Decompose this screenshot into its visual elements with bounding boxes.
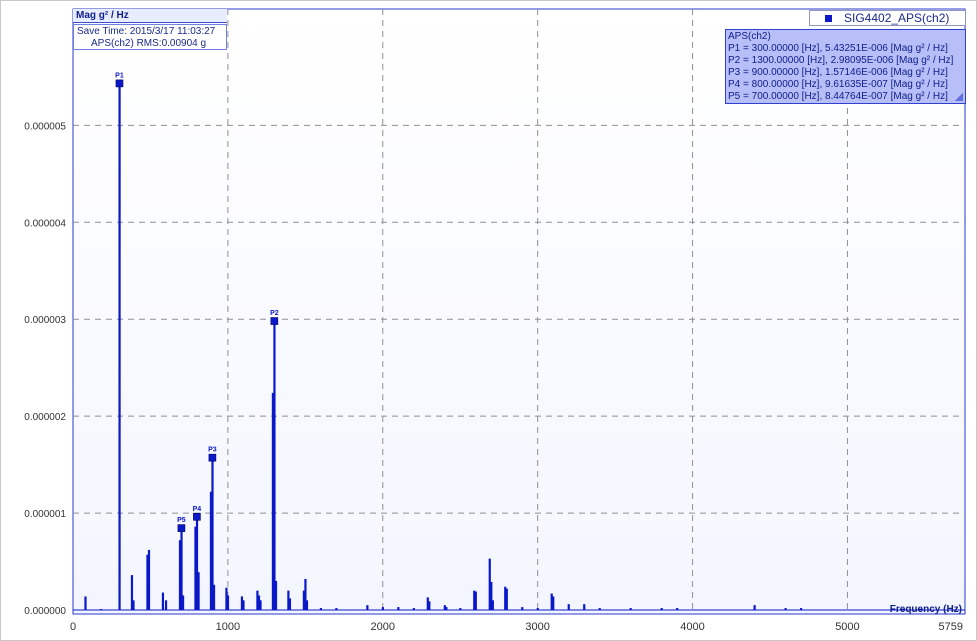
- spectrum-bar: [784, 608, 787, 610]
- rms-value: APS(ch2) RMS:0.00904 g: [91, 38, 207, 49]
- spectrum-bar: [197, 572, 200, 610]
- spectrum-bar: [84, 596, 87, 610]
- x-tick-label: 2000: [371, 621, 395, 633]
- spectrum-bar: [99, 609, 103, 610]
- spectrum-chart: P1 P2 P3 P4 P5 0.000000 0.000001 0.000002 0.000…: [0, 0, 977, 641]
- y-tick-label: 0.000001: [24, 509, 66, 520]
- peak-marker-p1[interactable]: [115, 79, 124, 88]
- spectrum-bar: [660, 608, 663, 610]
- spectrum-bar: [164, 600, 168, 610]
- legend[interactable]: SIG4402_APS(ch2): [809, 10, 966, 26]
- spectrum-bar: [412, 608, 415, 610]
- x-tick-label: 4000: [680, 621, 704, 633]
- peak-marker-p3[interactable]: [208, 453, 217, 462]
- spectrum-bar: [305, 600, 309, 610]
- spectrum-bar: [583, 604, 586, 610]
- x-axis-label: Frequency (Hz): [890, 604, 962, 615]
- spectrum-bar: [536, 608, 539, 610]
- spectrum-bar: [226, 595, 230, 610]
- x-tick-label: 5759: [939, 621, 963, 633]
- x-tick-label: 1000: [216, 621, 240, 633]
- spectrum-bar: [273, 321, 276, 610]
- spectrum-bar: [521, 607, 524, 610]
- peak-line-p4: P4 = 800.00000 [Hz], 9.61635E-007 [Mag g…: [728, 79, 948, 90]
- peak-line-p1: P1 = 300.00000 [Hz], 5.43251E-006 [Mag g…: [728, 43, 948, 54]
- spectrum-bar: [118, 83, 121, 610]
- spectrum-bar: [397, 607, 400, 610]
- y-tick-label: 0.000004: [24, 218, 66, 229]
- spectrum-bar: [459, 608, 462, 610]
- spectrum-bar: [676, 608, 679, 610]
- peak-label-p1: P1: [115, 72, 124, 79]
- y-tick-label: 0.000002: [24, 412, 66, 423]
- spectrum-bar: [474, 591, 477, 610]
- spectrum-bar: [629, 608, 632, 610]
- spectrum-bar: [242, 600, 245, 610]
- peak-line-p5: P5 = 700.00000 [Hz], 8.44764E-007 [Mag g…: [728, 91, 948, 102]
- resize-grip-icon[interactable]: [955, 93, 963, 101]
- spectrum-bar: [445, 607, 448, 610]
- y-tick-label: 0.000000: [24, 606, 66, 617]
- spectrum-bar: [181, 595, 185, 610]
- y-tick-label: 0.000003: [24, 315, 66, 326]
- info-box: Save Time: 2015/3/17 11:03:27 APS(ch2) R…: [73, 24, 227, 50]
- spectrum-bar: [799, 608, 803, 610]
- spectrum-bar: [319, 608, 323, 610]
- spectrum-bar: [212, 584, 216, 610]
- save-time: Save Time: 2015/3/17 11:03:27: [77, 26, 216, 37]
- spectrum-bar: [505, 588, 508, 610]
- spectrum-bar: [552, 596, 555, 610]
- peak-marker-p2[interactable]: [270, 317, 279, 325]
- spectrum-bar: [132, 600, 135, 610]
- spectrum-bar: [366, 605, 369, 610]
- spectrum-bar: [491, 600, 494, 610]
- legend-swatch: [825, 14, 832, 22]
- x-tick-label: 5000: [835, 621, 859, 633]
- spectrum-bar: [161, 592, 165, 610]
- peak-list-panel[interactable]: APS(ch2) P1 = 300.00000 [Hz], 5.43251E-0…: [725, 29, 966, 104]
- spectrum-bar: [567, 604, 570, 610]
- spectrum-bar: [274, 580, 278, 610]
- peak-line-p2: P2 = 1300.00000 [Hz], 2.98095E-006 [Mag …: [728, 55, 954, 66]
- spectrum-bar: [753, 605, 756, 610]
- peak-marker-p4[interactable]: [193, 512, 201, 521]
- spectrum-bar: [428, 601, 431, 610]
- peak-label-p5: P5: [177, 517, 186, 524]
- spectrum-bar: [335, 608, 338, 610]
- peak-line-p3: P3 = 900.00000 [Hz], 1.57146E-006 [Mag g…: [728, 67, 948, 78]
- peak-marker-p5[interactable]: [177, 524, 186, 532]
- x-tick-label: 3000: [525, 621, 549, 633]
- y-axis-label: Mag g² / Hz: [73, 9, 227, 23]
- peak-label-p3: P3: [208, 447, 217, 454]
- peak-label-p2: P2: [270, 310, 279, 317]
- spectrum-bar: [259, 600, 262, 610]
- peak-panel-title: APS(ch2): [728, 31, 771, 42]
- x-tick-label: 0: [70, 621, 76, 633]
- spectrum-bar: [288, 598, 292, 610]
- spectrum-bar: [381, 607, 384, 610]
- y-tick-label: 0.000005: [24, 121, 66, 132]
- spectrum-bar: [147, 549, 151, 610]
- legend-label: SIG4402_APS(ch2): [844, 11, 950, 25]
- peak-label-p4: P4: [193, 506, 202, 513]
- spectrum-bar: [598, 608, 601, 610]
